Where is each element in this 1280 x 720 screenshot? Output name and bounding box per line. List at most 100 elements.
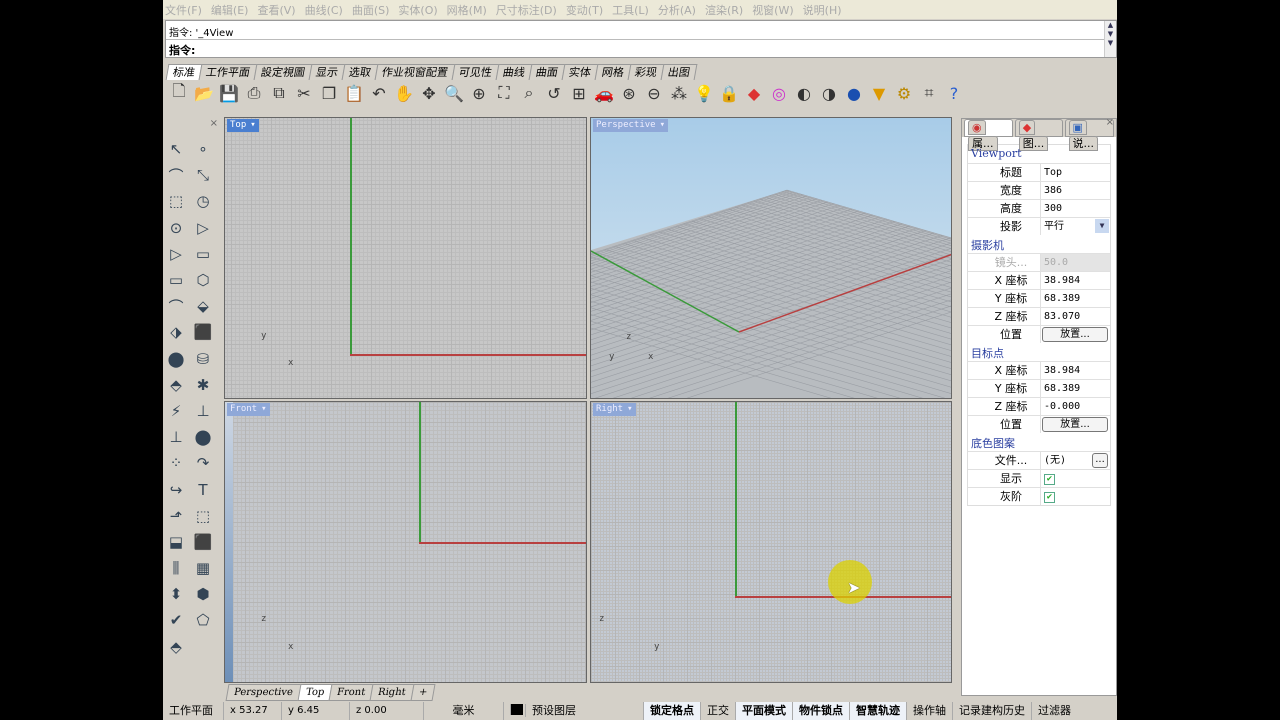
cplane-icon[interactable]: ⊖ bbox=[642, 81, 666, 105]
dropdown-icon[interactable]: ▾ bbox=[250, 119, 255, 132]
toolbox-tool-icon[interactable]: ▭ bbox=[190, 241, 216, 267]
menu-item[interactable]: 分析(A) bbox=[656, 0, 703, 19]
camera-x-field[interactable]: 38.984 bbox=[1041, 272, 1110, 289]
toolbar-tab[interactable]: 出图 bbox=[660, 64, 698, 80]
print-icon[interactable]: ⎙ bbox=[242, 81, 266, 105]
toolbox-tool-icon[interactable]: ⬢ bbox=[190, 581, 216, 607]
viewport-tab[interactable]: Front bbox=[328, 684, 374, 701]
toolbox-tool-icon[interactable]: ↪ bbox=[163, 476, 189, 502]
toolbar-tab[interactable]: 可见性 bbox=[451, 64, 500, 80]
car-icon[interactable]: 🚗 bbox=[592, 81, 616, 105]
toolbox-tool-icon[interactable]: T bbox=[190, 476, 216, 502]
show-checkbox[interactable]: ✔ bbox=[1044, 474, 1055, 485]
toolbox-tool-icon[interactable]: ✱ bbox=[190, 372, 216, 398]
toolbox-tool-icon[interactable]: ▭ bbox=[163, 267, 189, 293]
dropdown-icon[interactable]: ▾ bbox=[660, 119, 665, 132]
toolbar-tab[interactable]: 工作平面 bbox=[198, 64, 258, 80]
viewport-tab[interactable]: Right bbox=[369, 684, 415, 701]
title-field[interactable]: Top bbox=[1041, 164, 1110, 181]
toolbox-tool-icon[interactable]: ⬘ bbox=[163, 372, 189, 398]
import-icon[interactable]: ⧉ bbox=[267, 81, 291, 105]
toolbox-tool-icon[interactable]: ✔ bbox=[163, 607, 189, 633]
four-view-icon[interactable]: ⊞ bbox=[567, 81, 591, 105]
layer-status[interactable]: 预设图层 bbox=[503, 702, 643, 720]
height-field[interactable]: 300 bbox=[1041, 200, 1110, 217]
open-icon[interactable]: 📂 bbox=[192, 81, 216, 105]
target-x-field[interactable]: 38.984 bbox=[1041, 362, 1110, 379]
viewport-top[interactable]: Top ▾ y x bbox=[224, 117, 587, 399]
color-wheel-icon[interactable]: ◎ bbox=[767, 81, 791, 105]
camera-place-button[interactable]: 放置... bbox=[1042, 327, 1108, 342]
viewport-label-right[interactable]: Right ▾ bbox=[593, 403, 636, 416]
new-icon[interactable]: 🗋 bbox=[167, 81, 191, 105]
toolbox-tool-icon[interactable]: ⊙ bbox=[163, 215, 189, 241]
menu-item[interactable]: 曲线(C) bbox=[303, 0, 350, 19]
status-toggle[interactable]: 记录建构历史 bbox=[952, 702, 1031, 720]
undo-view-icon[interactable]: ↺ bbox=[542, 81, 566, 105]
toolbar-tab[interactable]: 設定視圖 bbox=[253, 64, 313, 80]
rotate-icon[interactable]: ✥ bbox=[417, 81, 441, 105]
menu-item[interactable]: 视窗(W) bbox=[750, 0, 800, 19]
menu-item[interactable]: 工具(L) bbox=[610, 0, 656, 19]
toolbox-tool-icon[interactable]: ⬘ bbox=[163, 634, 189, 660]
dropdown-icon[interactable]: ▾ bbox=[261, 403, 266, 416]
zoom-window-icon[interactable]: ⊕ bbox=[467, 81, 491, 105]
target-place-button[interactable]: 放置... bbox=[1042, 417, 1108, 432]
viewport-label-top[interactable]: Top ▾ bbox=[227, 119, 259, 132]
toolbox-tool-icon[interactable]: ↖ bbox=[163, 136, 189, 162]
toolbox-tool-icon[interactable]: ∘ bbox=[190, 136, 216, 162]
menu-item[interactable]: 尺寸标注(D) bbox=[494, 0, 564, 19]
save-icon[interactable]: 💾 bbox=[217, 81, 241, 105]
menu-item[interactable]: 编辑(E) bbox=[209, 0, 256, 19]
close-icon[interactable]: × bbox=[210, 118, 218, 129]
projection-select[interactable]: 平行 ▼ bbox=[1041, 218, 1110, 235]
menu-item[interactable]: 变动(T) bbox=[564, 0, 610, 19]
toolbox-tool-icon[interactable]: ⊥ bbox=[163, 424, 189, 450]
toolbox-tool-icon[interactable]: ⬙ bbox=[190, 293, 216, 319]
toolbar-tab[interactable]: 曲面 bbox=[528, 64, 566, 80]
snap-icon[interactable]: ⌗ bbox=[917, 81, 941, 105]
viewport-label-front[interactable]: Front ▾ bbox=[227, 403, 270, 416]
menu-item[interactable]: 实体(O) bbox=[396, 0, 444, 19]
toolbox-tool-icon[interactable]: ⫼ bbox=[163, 555, 189, 581]
target-y-field[interactable]: 68.389 bbox=[1041, 380, 1110, 397]
command-area[interactable]: 指令: '_4View 指令: ▲ ▼ ▼ bbox=[165, 20, 1117, 58]
mesh-icon[interactable]: ⊛ bbox=[617, 81, 641, 105]
toolbox-tool-icon[interactable]: ⌒ bbox=[163, 293, 189, 319]
toolbox-tool-icon[interactable]: ⬤ bbox=[190, 424, 216, 450]
gear-icon[interactable]: ⚙ bbox=[892, 81, 916, 105]
viewport-tab[interactable]: Perspective bbox=[225, 684, 302, 701]
viewport-right[interactable]: Right ▾ z y ➤ bbox=[590, 401, 952, 683]
menu-item[interactable]: 曲面(S) bbox=[350, 0, 397, 19]
copy-icon[interactable]: ❐ bbox=[317, 81, 341, 105]
render-sphere-icon[interactable]: ◑ bbox=[817, 81, 841, 105]
help-icon[interactable]: ? bbox=[942, 81, 966, 105]
toolbar-tab[interactable]: 作业视窗配置 bbox=[374, 64, 456, 80]
toolbar-tab[interactable]: 选取 bbox=[341, 64, 379, 80]
toolbar-tab[interactable]: 标准 bbox=[165, 64, 203, 80]
viewport-perspective[interactable]: Perspective ▾ z y x bbox=[590, 117, 952, 399]
toolbox-tool-icon[interactable]: ⤡ bbox=[190, 162, 216, 188]
target-z-field[interactable]: -0.000 bbox=[1041, 398, 1110, 415]
status-toggle[interactable]: 过滤器 bbox=[1031, 702, 1077, 720]
layer-icon[interactable]: ◆ bbox=[742, 81, 766, 105]
chevron-down-icon[interactable]: ▼ bbox=[1095, 219, 1109, 233]
toolbox-tool-icon[interactable]: ⬛ bbox=[190, 529, 216, 555]
menu-item[interactable]: 说明(H) bbox=[801, 0, 849, 19]
blue-sphere-icon[interactable]: ● bbox=[842, 81, 866, 105]
tab-layers[interactable]: ◆图... bbox=[1014, 119, 1063, 151]
menu-item[interactable]: 文件(F) bbox=[163, 0, 209, 19]
camera-z-field[interactable]: 83.070 bbox=[1041, 308, 1110, 325]
toolbox-tool-icon[interactable]: ▷ bbox=[190, 215, 216, 241]
toolbox-tool-icon[interactable]: ⬓ bbox=[163, 529, 189, 555]
status-toggle[interactable]: 正交 bbox=[700, 702, 735, 720]
status-toggle[interactable]: 智慧轨迹 bbox=[849, 702, 906, 720]
viewport-label-perspective[interactable]: Perspective ▾ bbox=[593, 119, 669, 132]
toolbox-tool-icon[interactable]: ⬍ bbox=[163, 581, 189, 607]
toolbox-tool-icon[interactable]: ⛁ bbox=[190, 346, 216, 372]
toolbox-tool-icon[interactable]: ⬛ bbox=[190, 319, 216, 345]
light-icon[interactable]: 💡 bbox=[692, 81, 716, 105]
toolbar-tab[interactable]: 彩现 bbox=[627, 64, 665, 80]
status-toggle[interactable]: 物件锁点 bbox=[792, 702, 849, 720]
toolbox-tool-icon[interactable]: ⊥ bbox=[190, 398, 216, 424]
